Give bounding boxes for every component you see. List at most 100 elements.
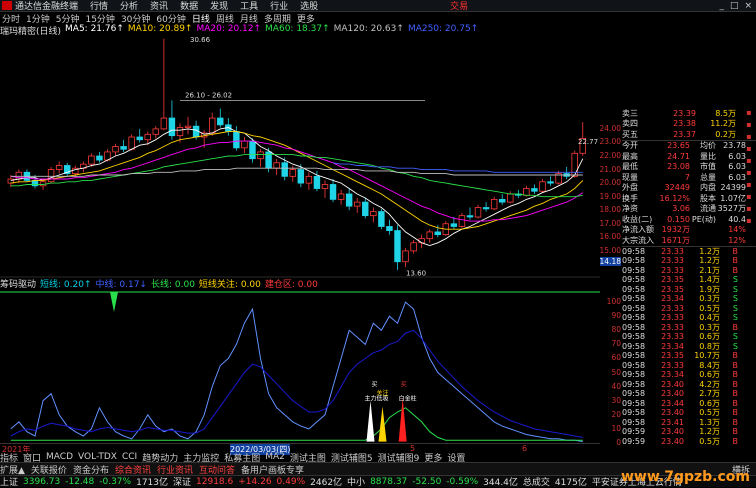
candle[interactable] [241,137,248,154]
candle[interactable] [329,179,337,203]
candle[interactable] [168,100,176,140]
maximize-button[interactable]: □ [730,1,739,11]
candle[interactable] [402,248,409,268]
period-tab[interactable]: 月线 [240,12,258,25]
sidebar-tab-icon[interactable]: ▪ [745,192,754,201]
candle[interactable] [345,188,353,211]
candle[interactable] [394,225,401,270]
candle[interactable] [426,229,433,243]
bottom-tab[interactable]: 扩展▲ [0,463,25,476]
candle[interactable] [249,138,256,163]
minimize-button[interactable]: _ [719,1,724,11]
candle[interactable] [362,198,369,219]
candle[interactable] [370,207,377,223]
bottom-tab[interactable]: 综合资讯 [115,463,151,476]
candle[interactable] [136,128,143,143]
candle[interactable] [386,219,393,235]
indicator-chart[interactable]: 主力低吸关注白金柱买买 [0,288,600,443]
sidebar-tab-icon[interactable]: ▪ [745,120,754,129]
candle[interactable] [337,189,345,205]
period-tab[interactable]: 多周期 [264,12,291,25]
candle[interactable] [482,202,490,212]
candle[interactable] [160,38,168,131]
candle[interactable] [539,179,546,193]
candle[interactable] [353,198,361,213]
candle[interactable] [47,166,55,184]
sidebar-tab-icon[interactable]: ▪ [745,168,754,177]
candle[interactable] [490,196,498,211]
menu-item[interactable]: 发现 [210,0,228,12]
menu-item[interactable]: 行情 [90,0,108,12]
tick-price: 23.40 [661,427,684,437]
trade-button[interactable]: 交易 [450,0,468,12]
sidebar-tab-icon[interactable]: ▪ [745,108,754,117]
candle[interactable] [96,151,103,163]
period-tab[interactable]: 1分钟 [26,12,50,25]
bottom-tab[interactable]: 互动问答 [199,463,235,476]
indicator-tab[interactable]: MACD [46,452,73,462]
candle[interactable] [31,174,39,189]
menu-item[interactable]: 分析 [120,0,138,12]
indicator-tab[interactable]: CCI [122,452,137,462]
candle[interactable] [217,108,224,128]
bottom-tab[interactable]: 备用户画板专享 [241,463,304,476]
candle[interactable] [184,116,192,135]
candle[interactable] [120,139,127,152]
menu-item[interactable]: 选股 [300,0,318,12]
tick-side: B [732,408,739,418]
tick-time: 09:58 [622,332,646,342]
period-tab[interactable]: 周线 [216,12,234,25]
candle[interactable] [225,118,232,136]
period-tab[interactable]: 分时 [2,12,20,25]
period-tab[interactable]: 5分钟 [56,12,80,25]
period-tab[interactable]: 日线 [192,12,210,25]
tick-side: S [732,294,738,304]
stat-label2: 总量 [700,172,716,182]
bottom-tab[interactable]: 行业资讯 [157,463,193,476]
candle[interactable] [466,207,474,220]
candle[interactable] [507,191,514,204]
kline-chart[interactable]: 30.66 26.10 - 26.02 13.60 22.77 [0,34,600,278]
candle[interactable] [555,170,562,185]
candle[interactable] [474,204,482,219]
candle[interactable] [305,172,313,190]
sidebar-tab-icon[interactable]: ▪ [745,180,754,189]
period-tab[interactable]: 30分钟 [121,12,150,25]
period-tab[interactable]: 60分钟 [156,12,185,25]
indicator-tab[interactable]: MA2 [265,452,285,462]
candle[interactable] [378,208,385,230]
candle[interactable] [152,126,160,139]
menu-item[interactable]: 行业 [270,0,288,12]
app-logo-icon [2,1,12,10]
period-tab[interactable]: 15分钟 [85,12,114,25]
candle[interactable] [233,126,240,151]
sidebar-tab-icon[interactable]: ▪ [745,156,754,165]
candle[interactable] [55,161,63,174]
close-button[interactable]: × [744,1,752,11]
candle[interactable] [410,240,417,254]
candle[interactable] [563,166,570,180]
candle[interactable] [257,149,264,167]
candle[interactable] [571,150,578,178]
candle[interactable] [273,158,280,175]
candle[interactable] [498,193,506,205]
bottom-tab[interactable]: 关联报价 [31,463,67,476]
sidebar-tab-icon[interactable]: ▪ [745,144,754,153]
candle[interactable] [321,180,329,199]
period-tab[interactable]: 更多 [297,12,315,25]
sidebar-tab-icon[interactable]: ▪ [745,216,754,225]
sidebar-tab-icon[interactable]: ▪ [745,132,754,141]
candle[interactable] [547,176,554,186]
candle[interactable] [23,169,31,182]
candle[interactable] [80,161,87,173]
candle[interactable] [63,162,71,177]
menu-item[interactable]: 资讯 [150,0,168,12]
candle[interactable] [531,184,538,194]
period-bar: 分时 1分钟 5分钟 15分钟 30分钟 60分钟 日线 周线 月线 多周期 更多 [0,12,600,25]
indicator-tab[interactable]: VOL-TDX [78,452,117,462]
menu-item[interactable]: 数据 [180,0,198,12]
menu-item[interactable]: 工具 [240,0,258,12]
candle[interactable] [112,143,119,156]
bottom-tab[interactable]: 资金分布 [73,463,109,476]
sidebar-tab-icon[interactable]: ▪ [745,204,754,213]
